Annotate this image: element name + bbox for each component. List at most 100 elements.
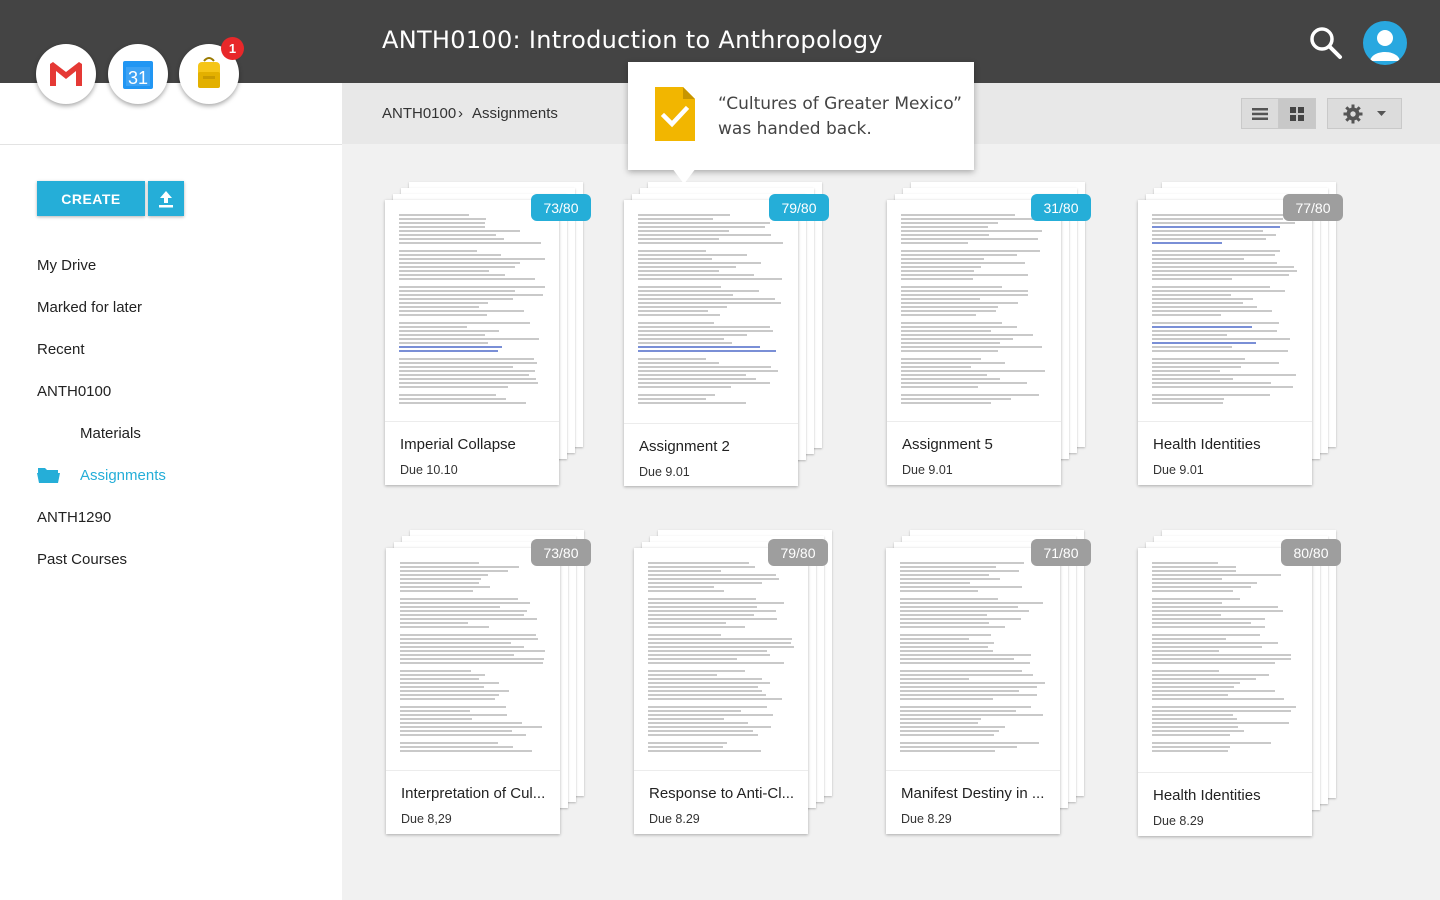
thumbnail-text-line (400, 586, 490, 588)
gear-icon (1343, 104, 1363, 123)
assignment-card[interactable]: Assignment 2 Due 9.01 (624, 182, 822, 510)
upload-button[interactable] (148, 181, 184, 216)
thumbnail-text-line (648, 574, 777, 576)
search-icon[interactable] (1306, 23, 1346, 63)
thumbnail-text-line (648, 682, 770, 684)
grid-view-button[interactable] (1278, 98, 1316, 129)
thumbnail-text-line (901, 378, 1001, 380)
card-info: Assignment 2 Due 9.01 (624, 423, 798, 486)
thumbnail-text-line (901, 274, 1028, 276)
list-view-button[interactable] (1241, 98, 1279, 129)
assignment-title: Response to Anti-Cl... (649, 785, 795, 802)
calendar-app-button[interactable]: 31 (108, 44, 168, 104)
create-button[interactable]: CREATE (37, 181, 145, 216)
assignment-card[interactable]: Interpretation of Cul... Due 8,29 (386, 530, 584, 858)
thumbnail-text-line (901, 230, 1043, 232)
thumbnail-text-line (399, 226, 486, 228)
thumbnail-text-line (901, 214, 1016, 216)
thumbnail-text-line (400, 714, 507, 716)
thumbnail-text-line (638, 278, 783, 280)
sidebar-item-anth0100[interactable]: ANTH0100 (37, 383, 111, 400)
card-front: Imperial Collapse Due 10.10 (385, 200, 559, 485)
thumbnail-text-line (638, 270, 720, 272)
thumbnail-text-line (900, 590, 979, 592)
thumbnail-text-line (400, 722, 523, 724)
thumbnail-text-line (900, 582, 970, 584)
thumbnail-text-line (900, 674, 1034, 676)
thumbnail-text-line (638, 254, 748, 256)
due-date: Due 8.29 (1153, 814, 1204, 828)
sidebar-item-past-courses[interactable]: Past Courses (37, 551, 127, 568)
avatar[interactable] (1363, 21, 1407, 65)
thumbnail-text-line (648, 586, 714, 588)
thumbnail-text-line (400, 750, 533, 752)
card-info: Health Identities Due 8.29 (1138, 772, 1312, 836)
thumbnail-text-line (901, 314, 977, 316)
assignment-card[interactable]: Health Identities Due 8.29 (1138, 530, 1336, 860)
thumbnail-text-line (400, 614, 524, 616)
thumbnail-text-line (1152, 382, 1271, 384)
thumbnail-text-line (1152, 342, 1256, 344)
notification-badge: 1 (221, 37, 244, 60)
assignment-title: Assignment 5 (902, 436, 993, 453)
thumbnail-text-line (399, 290, 515, 292)
thumbnail-text-line (901, 370, 1046, 372)
thumbnail-text-line (900, 694, 1038, 696)
sidebar-item-recent[interactable]: Recent (37, 341, 85, 358)
grade-badge: 71/80 (1031, 539, 1091, 566)
thumbnail-text-line (1152, 314, 1221, 316)
sidebar-item-my-drive[interactable]: My Drive (37, 257, 96, 274)
thumbnail-text-line (648, 746, 723, 748)
thumbnail-text-line (1152, 358, 1246, 360)
thumbnail-text-line (1152, 722, 1289, 724)
thumbnail-text-line (400, 654, 514, 656)
thumbnail-text-line (638, 378, 756, 380)
thumbnail-text-line (400, 598, 519, 600)
thumbnail-text-line (900, 638, 969, 640)
thumbnail-text-line (648, 686, 759, 688)
assignment-title: Interpretation of Cul... (401, 785, 546, 802)
thumbnail-text-line (399, 402, 527, 404)
breadcrumb-parent[interactable]: ANTH0100 (382, 105, 456, 122)
sidebar-item-anth1290[interactable]: ANTH1290 (37, 509, 111, 526)
sidebar-divider (0, 144, 342, 145)
thumbnail-text-line (1152, 366, 1241, 368)
thumbnail-text-line (1152, 622, 1252, 624)
thumbnail-text-line (901, 266, 981, 268)
gmail-app-button[interactable] (36, 44, 96, 104)
thumbnail-text-line (648, 570, 722, 572)
thumbnail-text-line (1152, 706, 1297, 708)
sidebar-item-marked-for-later[interactable]: Marked for later (37, 299, 142, 316)
thumbnail-text-line (648, 658, 738, 660)
thumbnail-text-line (648, 674, 717, 676)
thumbnail-text-line (400, 606, 501, 608)
thumbnail-text-line (400, 674, 485, 676)
settings-dropdown-button[interactable] (1327, 98, 1402, 129)
assignment-card[interactable]: Response to Anti-Cl... Due 8.29 (634, 530, 832, 858)
thumbnail-text-line (900, 746, 1017, 748)
card-front: Manifest Destiny in ... Due 8.29 (886, 548, 1060, 834)
assignment-card[interactable]: Health Identities Due 9.01 (1138, 182, 1336, 509)
thumbnail-text-line (901, 374, 988, 376)
thumbnail-text-line (399, 350, 499, 352)
assignment-card[interactable]: Assignment 5 Due 9.01 (887, 182, 1085, 509)
thumbnail-text-line (1152, 278, 1233, 280)
sidebar-item-assignments[interactable]: Assignments (80, 467, 166, 484)
due-date: Due 8.29 (901, 812, 952, 826)
thumbnail-text-line (900, 646, 988, 648)
thumbnail-text-line (648, 734, 758, 736)
thumbnail-text-line (1152, 350, 1289, 352)
thumbnail-text-line (1152, 242, 1223, 244)
assignment-card[interactable]: Imperial Collapse Due 10.10 (385, 182, 583, 509)
assignment-title: Imperial Collapse (400, 436, 516, 453)
sidebar-item-materials[interactable]: Materials (80, 425, 141, 442)
list-view-icon (1252, 107, 1268, 120)
thumbnail-text-line (1152, 362, 1279, 364)
thumbnail-text-line (1152, 386, 1294, 388)
assignment-card[interactable]: Manifest Destiny in ... Due 8.29 (886, 530, 1084, 858)
thumbnail-text-line (901, 386, 978, 388)
thumbnail-text-line (900, 626, 1005, 628)
thumbnail-text-line (901, 362, 1005, 364)
document-thumbnail (634, 548, 808, 770)
thumbnail-text-line (400, 726, 543, 728)
